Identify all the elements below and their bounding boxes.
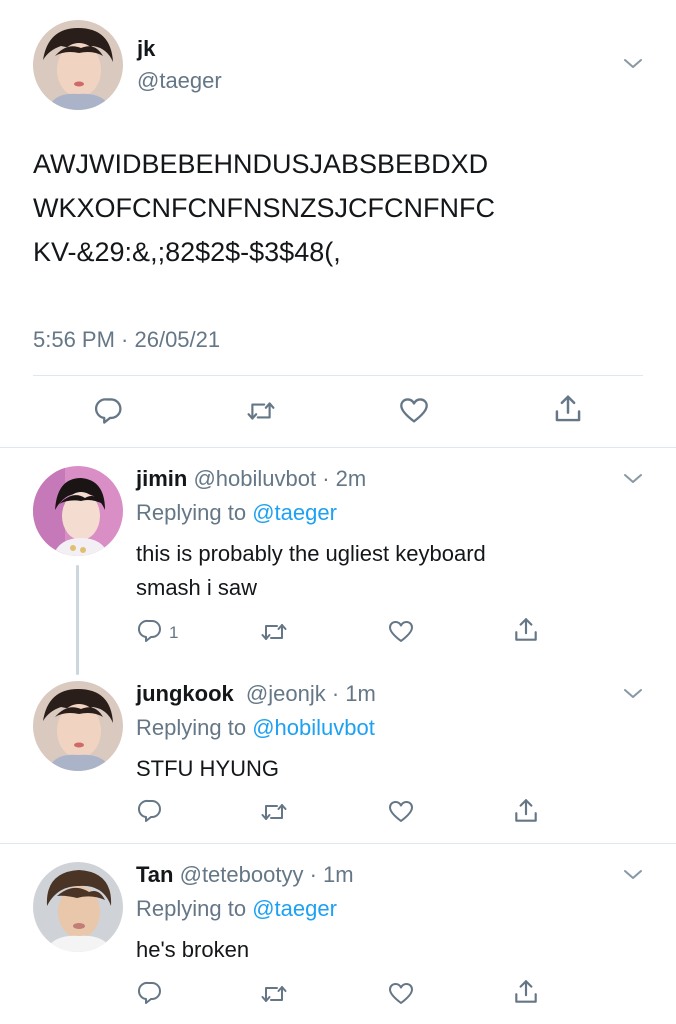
tweet-line: WKXOFCNFCNFNSNZSJCFCNFNFC (33, 193, 495, 223)
timestamp[interactable]: 5:56 PM · 26/05/21 (33, 327, 220, 353)
tweet-body: STFU HYUNG (136, 752, 279, 786)
display-name[interactable]: jimin (136, 466, 187, 491)
chevron-down-icon[interactable] (623, 473, 643, 485)
tweet-line: STFU HYUNG (136, 756, 279, 781)
reply-count[interactable]: 1 (169, 623, 178, 643)
handle[interactable]: @tetebootyy (180, 862, 304, 887)
retweet-icon[interactable] (260, 981, 288, 1007)
thread-line (76, 565, 79, 675)
replying-prefix: Replying to (136, 715, 247, 740)
replying-to: Replying to @taeger (136, 896, 337, 922)
chevron-down-icon[interactable] (623, 688, 643, 700)
display-name[interactable]: jk (137, 36, 155, 62)
relative-time[interactable]: · 1m (332, 681, 376, 706)
tweet-body: AWJWIDBEBEHNDUSJABSBEBDXD WKXOFCNFCNFNSN… (33, 142, 495, 274)
mention-link[interactable]: @taeger (252, 500, 337, 525)
tweet-body: this is probably the ugliest keyboard sm… (136, 537, 486, 605)
avatar[interactable] (33, 862, 123, 952)
replying-to: Replying to @taeger (136, 500, 337, 526)
reply-icon[interactable] (138, 798, 164, 824)
reply-icon[interactable] (95, 396, 125, 426)
reply-icon[interactable] (138, 618, 164, 644)
mention-link[interactable]: @taeger (252, 896, 337, 921)
tweet-header: jimin @hobiluvbot · 2m (136, 466, 366, 492)
display-name[interactable]: jungkook (136, 681, 234, 706)
tweet-line: AWJWIDBEBEHNDUSJABSBEBDXD (33, 149, 489, 179)
share-icon[interactable] (512, 797, 540, 825)
avatar[interactable] (33, 20, 123, 110)
avatar[interactable] (33, 466, 123, 556)
share-icon[interactable] (552, 393, 584, 425)
handle[interactable]: @jeonjk (246, 681, 326, 706)
relative-time[interactable]: · 1m (310, 862, 354, 887)
tweet-line: this is probably the ugliest keyboard (136, 541, 486, 566)
divider (33, 375, 643, 376)
like-icon[interactable] (387, 981, 415, 1007)
avatar[interactable] (33, 681, 123, 771)
divider (0, 447, 676, 448)
tweet-header: Tan @tetebootyy · 1m (136, 862, 354, 888)
replying-to: Replying to @hobiluvbot (136, 715, 375, 741)
chevron-down-icon[interactable] (623, 58, 643, 70)
share-icon[interactable] (512, 616, 540, 644)
tweet-body: he's broken (136, 933, 249, 967)
tweet-line: he's broken (136, 937, 250, 962)
mention-link[interactable]: @hobiluvbot (252, 715, 375, 740)
divider (0, 843, 676, 844)
retweet-icon[interactable] (245, 397, 277, 425)
relative-time[interactable]: · 2m (322, 466, 366, 491)
reply-icon[interactable] (138, 980, 164, 1006)
like-icon[interactable] (387, 619, 415, 645)
replying-prefix: Replying to (136, 500, 247, 525)
tweet-line: smash i saw (136, 575, 258, 600)
like-icon[interactable] (387, 799, 415, 825)
share-icon[interactable] (512, 978, 540, 1006)
replying-prefix: Replying to (136, 896, 247, 921)
chevron-down-icon[interactable] (623, 869, 643, 881)
retweet-icon[interactable] (260, 799, 288, 825)
tweet-header: jungkook @jeonjk · 1m (136, 681, 376, 707)
handle[interactable]: @taeger (137, 68, 222, 94)
tweet-line: KV-&29:&,;82$2$-$3$48(, (33, 237, 341, 267)
retweet-icon[interactable] (260, 619, 288, 645)
like-icon[interactable] (398, 396, 430, 426)
display-name[interactable]: Tan (136, 862, 173, 887)
handle[interactable]: @hobiluvbot (193, 466, 316, 491)
